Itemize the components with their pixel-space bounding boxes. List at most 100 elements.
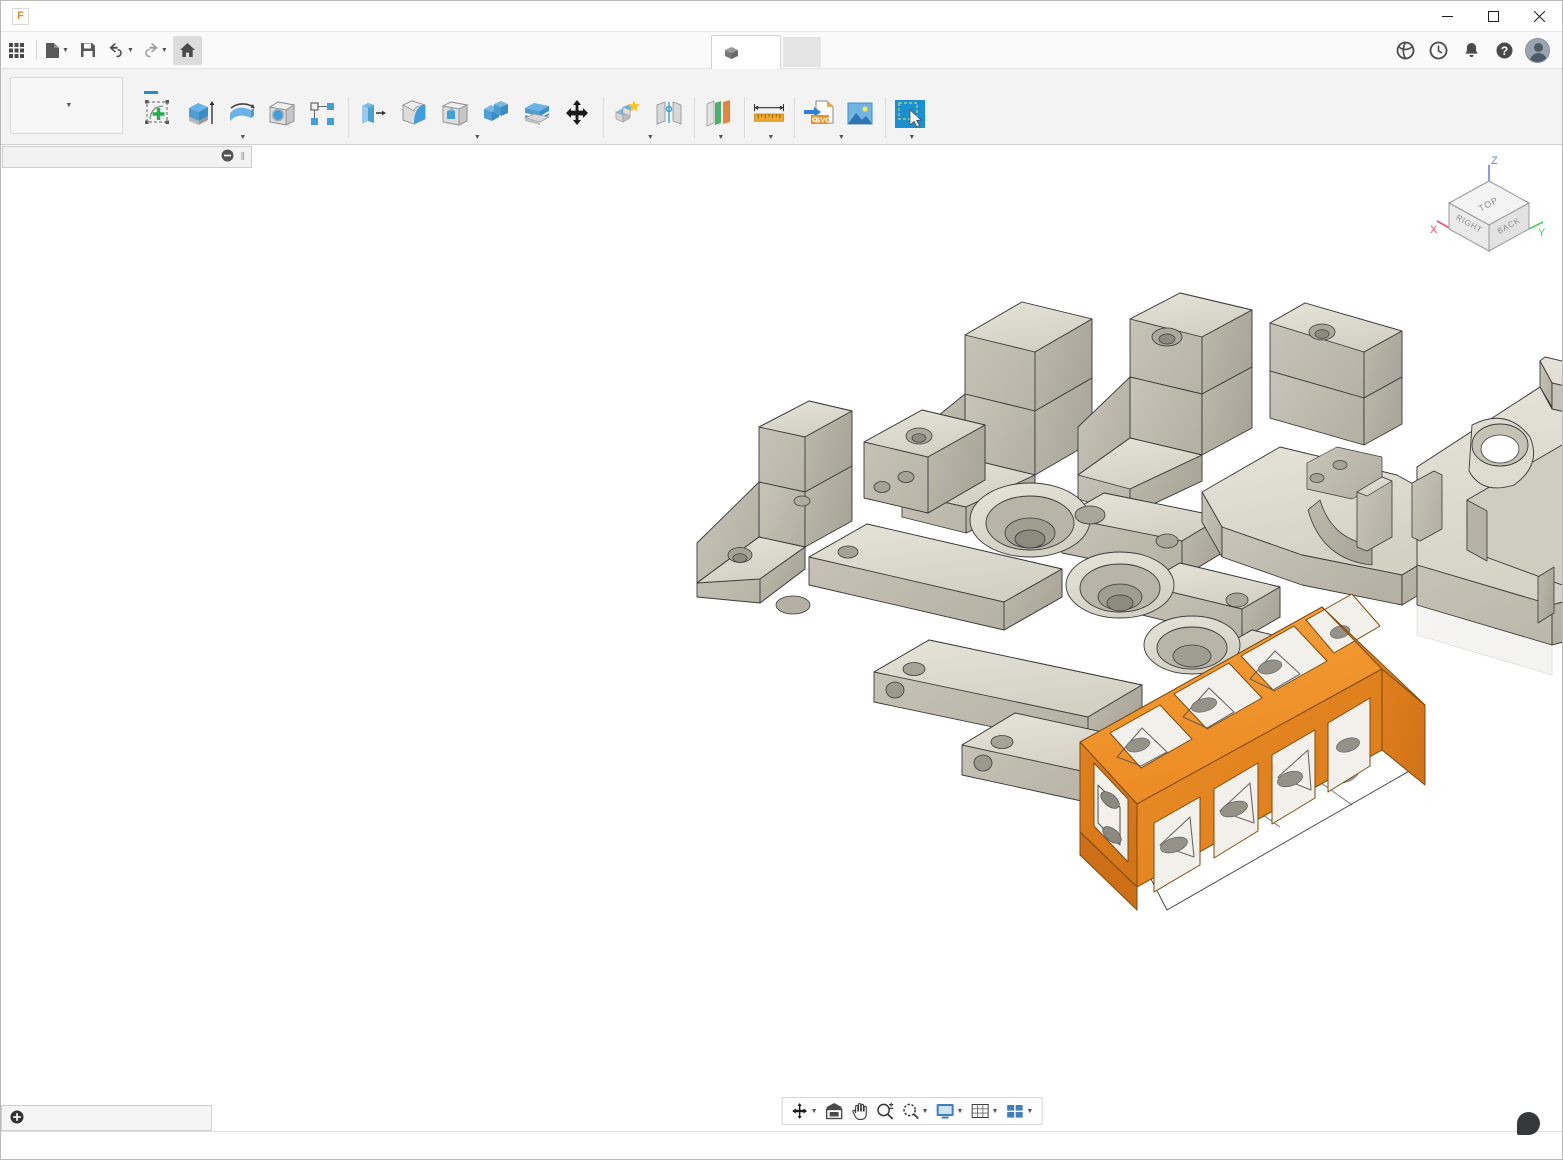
panel-select-label[interactable]: ▼ [904,134,915,144]
chevron-down-icon: ▼ [837,134,846,141]
browser-minimize-icon[interactable] [221,149,234,165]
extrude-tool[interactable] [181,96,219,132]
panel-assemble: ▼ [603,93,694,144]
chevron-down-icon: ▼ [991,1107,999,1115]
help-icon[interactable]: ? [1489,36,1519,66]
chevron-down-icon: ▼ [239,134,247,141]
chevron-down-icon: ▼ [921,1107,929,1115]
autodesk-fusion-logo-icon [12,7,29,25]
tab-surface[interactable] [168,69,202,93]
pattern-tool[interactable] [304,96,342,132]
panel-inspect: ▼ [744,93,794,144]
panel-create-label[interactable]: ▼ [235,134,246,144]
document-cube-icon [724,46,739,60]
fusion360-window: ▼ ▼ ▼ [0,0,1563,1160]
minimize-button[interactable] [1424,1,1470,32]
measure-tool[interactable] [750,96,788,132]
panel-assemble-label[interactable]: ▼ [643,134,654,144]
ribbon: ▼ ▼ ▼ ▼ ▼ ▼ SVG ▼ ▼ [1,69,1562,145]
zoom-window-tool[interactable]: ▼ [899,1099,932,1123]
insert-image-tool[interactable] [841,96,879,132]
redo-button[interactable]: ▼ [139,36,171,65]
browser-header: ‖ [2,146,252,168]
quick-access-toolbar: ▼ ▼ ▼ ? [1,32,1562,69]
chevron-down-icon: ▼ [62,46,69,54]
new-component-tool[interactable] [609,96,647,132]
move-copy-tool[interactable] [559,96,597,132]
tab-mesh[interactable] [202,69,236,93]
panel-construct-label[interactable]: ▼ [713,134,724,144]
comments-bar[interactable] [1,1105,212,1131]
joint-tool[interactable] [650,96,688,132]
browser-panel: ‖ [1,145,262,1131]
panel-inspect-label[interactable]: ▼ [763,134,774,144]
notifications-bell-icon[interactable] [1456,36,1486,66]
panel-modify-label[interactable]: ▼ [470,134,481,144]
panel-modify: ▼ [348,93,603,144]
chevron-down-icon: ▼ [810,1107,818,1115]
status-bar [1,1112,1562,1159]
data-panel-icon[interactable] [1390,36,1420,66]
select-tool[interactable] [891,96,929,132]
home-button[interactable] [172,35,202,65]
tab-solid[interactable] [134,69,168,94]
app-grid-icon[interactable] [2,36,31,65]
chevron-down-icon: ▼ [126,46,134,54]
job-status-clock-icon[interactable] [1423,36,1453,66]
panel-insert-label[interactable]: ▼ [834,134,845,144]
viewcube-axis-z: Z [1491,155,1498,167]
workspace-switcher[interactable]: ▼ [10,77,123,134]
svg-text:?: ? [1500,44,1507,58]
zoom-tool[interactable] [873,1099,898,1123]
combine-tool[interactable] [477,96,515,132]
cad-model-canvas[interactable] [262,145,1562,1118]
hole-tool[interactable] [263,96,301,132]
autodesk-assistant-icon[interactable] [1517,1112,1540,1135]
new-tab-button[interactable] [783,37,821,67]
document-tab[interactable] [711,35,781,69]
pan-tool[interactable] [848,1099,872,1123]
ribbon-panel-row: ▼ ▼ ▼ ▼ ▼ SVG ▼ ▼ [130,93,1562,144]
panel-select: ▼ [885,93,935,144]
viewcube-axis-y: Y [1538,227,1546,239]
create-sketch-tool[interactable] [140,96,178,132]
tab-sheet-metal[interactable] [270,69,304,93]
3d-viewport[interactable]: Z X Y TOP RIGHT BACK ▼ ▼ ▼ ▼ ▼ [262,145,1562,1131]
chevron-down-icon: ▼ [646,134,655,141]
tab-plastic[interactable] [304,69,338,93]
chevron-down-icon: ▼ [908,134,916,141]
press-pull-tool[interactable] [354,96,392,132]
viewport-layout-tool[interactable]: ▼ [1002,1099,1036,1123]
offset-face-tool[interactable] [518,96,556,132]
panel-construct: ▼ [694,93,744,144]
file-menu-button[interactable]: ▼ [42,36,72,65]
account-avatar[interactable] [1522,36,1552,66]
orbit-tool[interactable]: ▼ [788,1099,821,1123]
display-settings-tool[interactable]: ▼ [933,1099,967,1123]
chevron-down-icon: ▼ [956,1107,964,1115]
title-bar [1,1,1562,32]
browser-resize-handle[interactable]: ‖ [240,151,245,163]
close-window-button[interactable] [1516,1,1562,32]
chevron-down-icon: ▼ [65,102,73,109]
grid-snaps-tool[interactable]: ▼ [967,1099,1001,1123]
tab-form[interactable] [236,69,270,93]
viewcube-axis-x: X [1430,224,1438,236]
undo-button[interactable]: ▼ [105,36,137,65]
offset-plane-tool[interactable] [700,96,738,132]
fillet-tool[interactable] [395,96,433,132]
tab-utilities[interactable] [338,69,372,93]
maximize-button[interactable] [1470,1,1516,32]
chevron-down-icon: ▼ [473,134,482,141]
save-button[interactable] [74,36,103,65]
chevron-down-icon: ▼ [160,46,168,54]
browser-tree [1,168,262,172]
chevron-down-icon: ▼ [1026,1107,1034,1115]
part-bracket-c [1269,302,1403,446]
insert-svg-tool[interactable]: SVG [800,96,838,132]
revolve-tool[interactable] [222,96,260,132]
view-cube[interactable]: Z X Y TOP RIGHT BACK [1429,153,1549,263]
add-comment-icon[interactable] [10,1110,24,1127]
look-at-tool[interactable] [822,1099,847,1123]
shell-tool[interactable] [436,96,474,132]
